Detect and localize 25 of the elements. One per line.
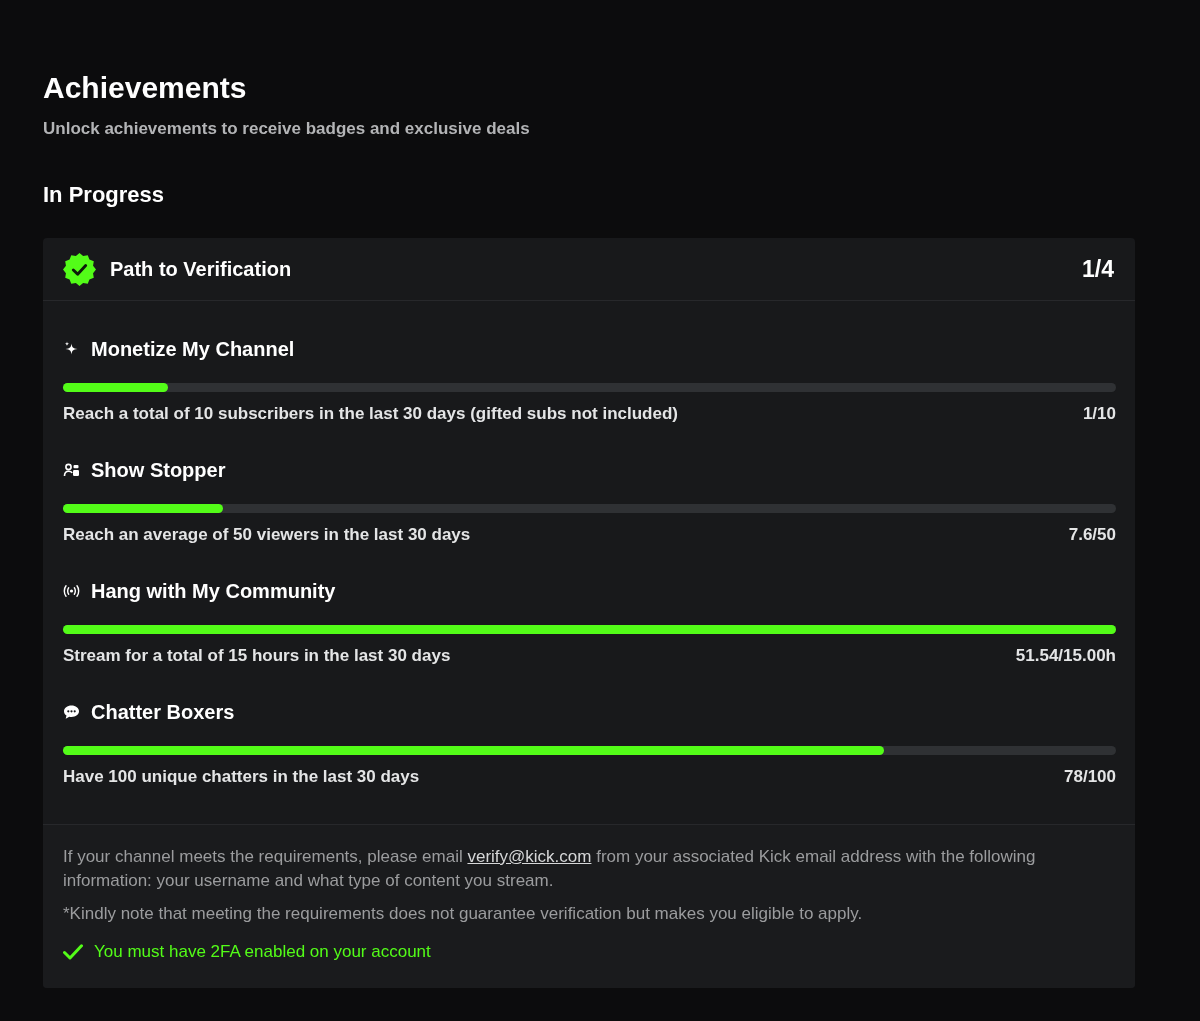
note-text: *Kindly note that meeting the requirements does not guarantee verification but makes you eligible to apply. bbox=[63, 903, 863, 925]
progress-reading: 7.6/50 bbox=[1068, 525, 1116, 545]
requirement-text: You must have 2FA enabled on your account bbox=[94, 941, 431, 963]
achievement-description: Reach an average of 50 viewers in the last 30 days bbox=[63, 525, 471, 545]
achievement-title: Chatter Boxers bbox=[91, 700, 235, 724]
achievement-title: Hang with My Community bbox=[91, 579, 336, 603]
section-heading: In Progress bbox=[43, 182, 165, 208]
achievement-description: Stream for a total of 15 hours in the last 30 days bbox=[63, 646, 451, 666]
page-title: Achievements bbox=[43, 71, 247, 105]
info-paragraph: If your channel meets the requirements, please email verify@kick.com from your associated Kick email address with the following information: your username and what type of content you stream. bbox=[63, 846, 1037, 892]
achievement-description: Reach a total of 10 subscribers in the last 30 days (gifted subs not included) bbox=[63, 404, 678, 424]
achievement-title: Show Stopper bbox=[91, 458, 226, 482]
progress-count: 1/4 bbox=[1082, 255, 1114, 283]
verified-badge-icon bbox=[63, 252, 96, 286]
chat-bubble-icon bbox=[63, 704, 80, 720]
email-link[interactable]: verify@kick.com bbox=[467, 847, 592, 866]
page-subtitle: Unlock achievements to receive badges and exclusive deals bbox=[43, 119, 530, 139]
card-title: Path to Verification bbox=[110, 257, 292, 281]
progress-reading: 78/100 bbox=[1064, 767, 1116, 787]
broadcast-icon bbox=[63, 583, 80, 599]
achievement-description: Have 100 unique chatters in the last 30 days bbox=[63, 767, 420, 787]
progress-reading: 1/10 bbox=[1082, 404, 1116, 424]
achievement-title: Monetize My Channel bbox=[91, 337, 295, 361]
progress-reading: 51.54/15.00h bbox=[1015, 646, 1116, 666]
people-icon bbox=[63, 462, 80, 478]
